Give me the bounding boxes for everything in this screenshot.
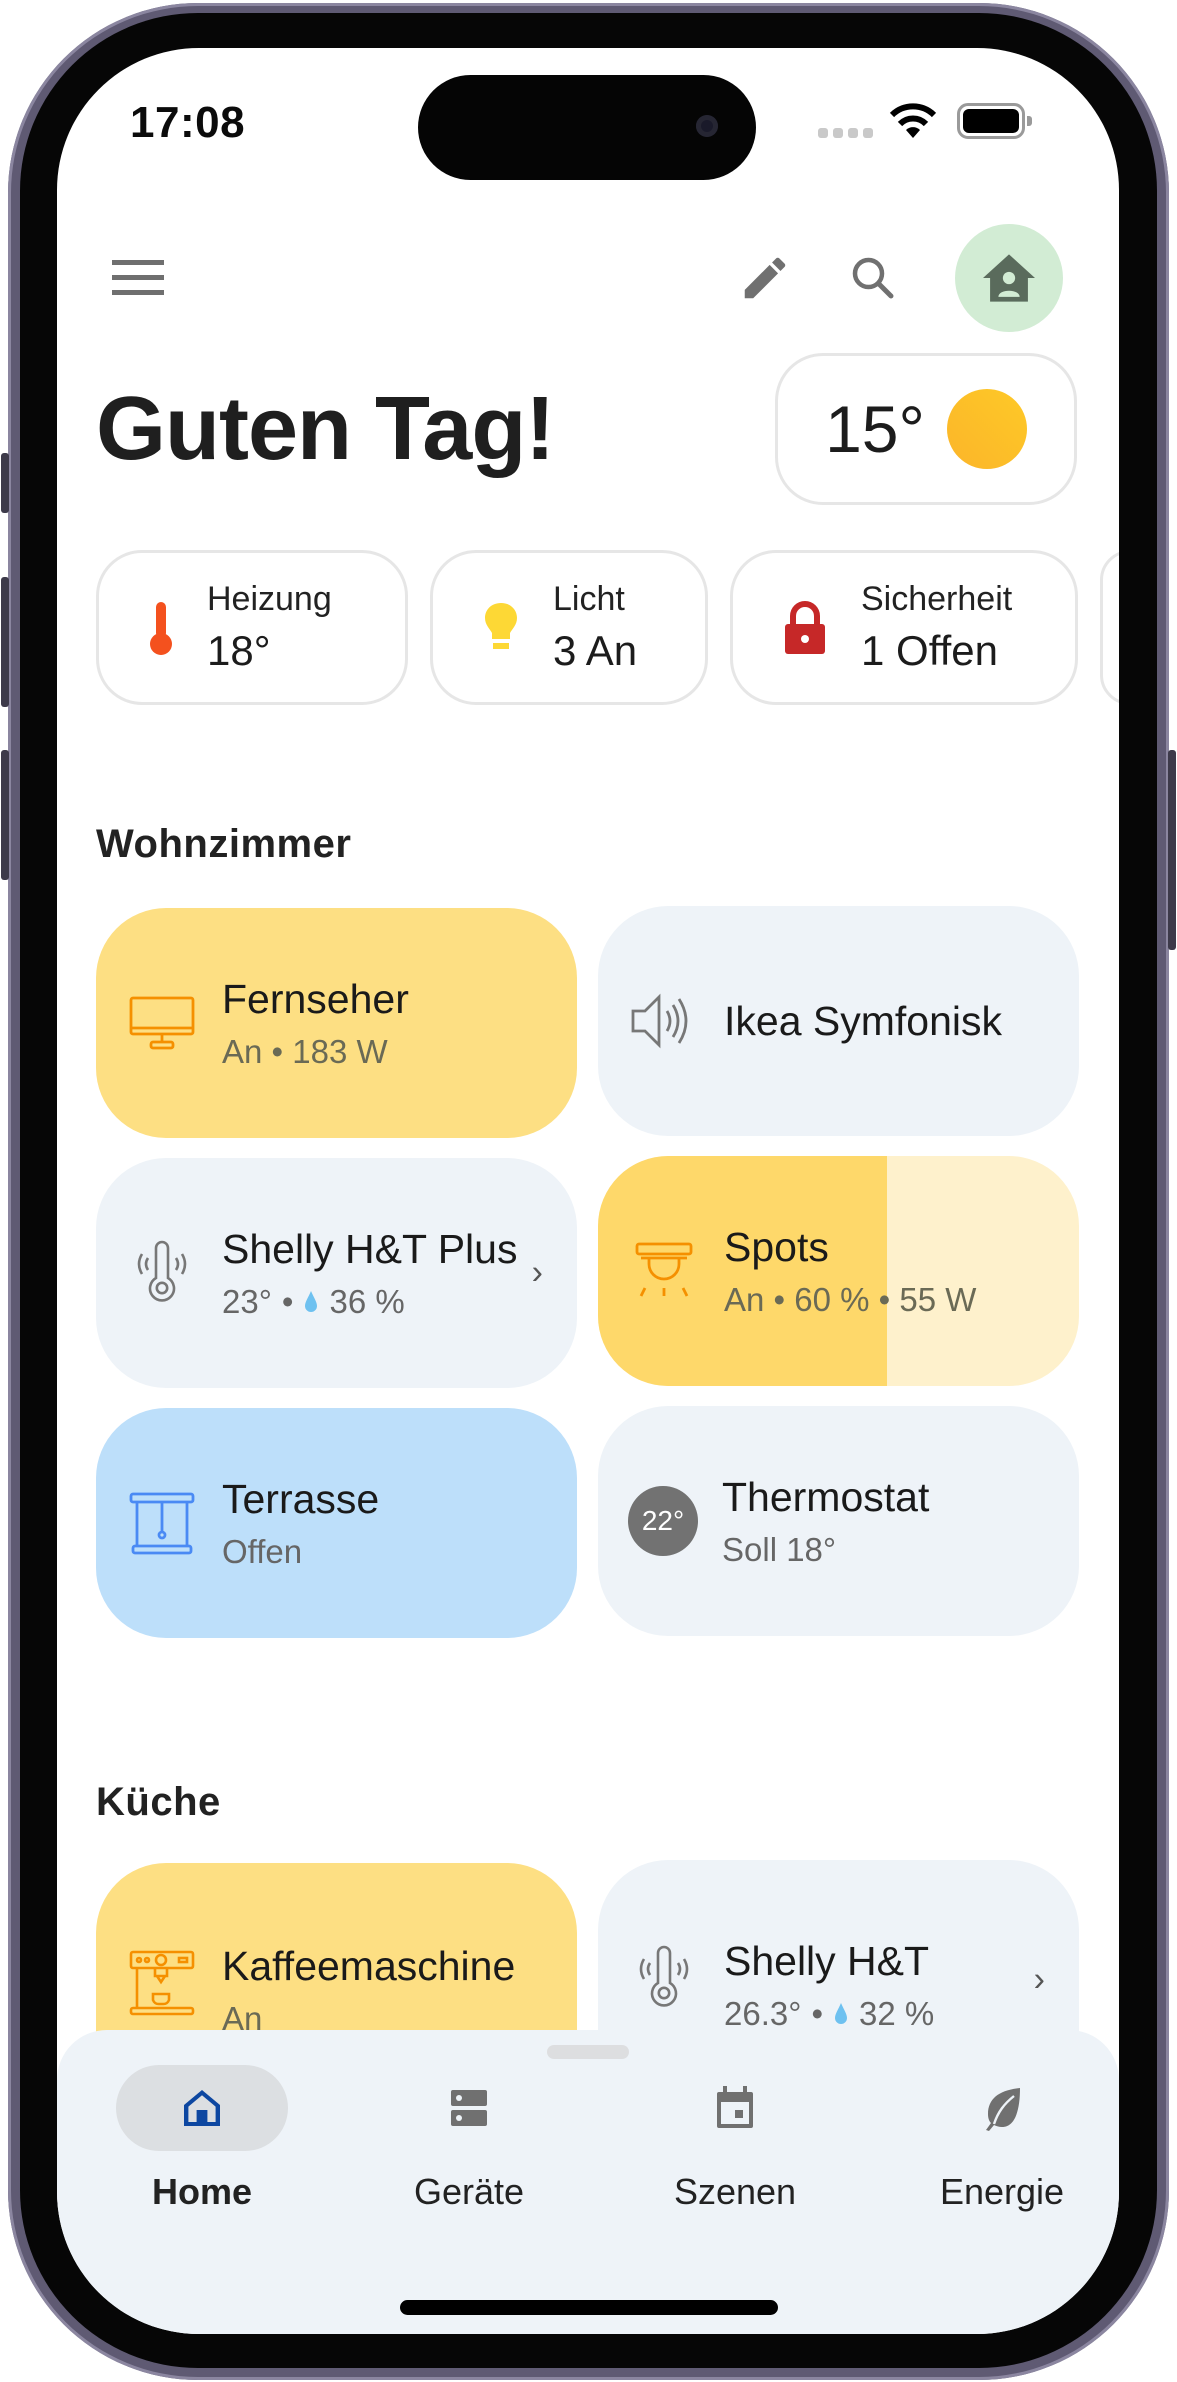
device-status: Offen [222, 1532, 303, 1570]
search-button[interactable] [843, 248, 903, 308]
nav-icon-wrap [383, 2065, 555, 2151]
menu-button[interactable] [108, 248, 168, 308]
bullet: • [281, 1282, 294, 1320]
summary-chips: Heizung 18° Licht 3 An Sicherheit 1 Offe… [96, 550, 1119, 705]
signal-dots-icon [818, 128, 873, 138]
chip-label: Sicherheit [861, 580, 1013, 618]
thermometer-icon [150, 601, 172, 655]
lightbulb-icon [485, 602, 517, 649]
sensor-temperature: 26.3° [724, 1995, 802, 2032]
screen: Guten Tag! 15° Heizung 18° Licht 3 An Si… [57, 48, 1119, 2334]
home-icon [184, 2090, 220, 2126]
power-button [1168, 750, 1176, 950]
device-card-fernseher[interactable]: Fernseher An • 183 W [96, 908, 577, 1138]
thermostat-current-temp: 22° [641, 1505, 685, 1536]
wifi-icon [889, 103, 937, 138]
chip-licht[interactable]: Licht 3 An [430, 550, 708, 705]
nav-active-indicator [116, 2065, 288, 2151]
chip-sicherheit[interactable]: Sicherheit 1 Offen [730, 550, 1078, 705]
nav-item-geraete[interactable]: Geräte [369, 2065, 569, 2245]
speaker-icon [628, 985, 700, 1057]
section-title-wohnzimmer: Wohnzimmer [96, 822, 352, 866]
chip-label: Licht [553, 580, 625, 618]
battery-full-icon [957, 103, 1032, 139]
sensor-humidity: 32 % [859, 1995, 935, 2032]
chevron-right-icon: › [531, 1253, 543, 1292]
home-profile-button[interactable] [955, 224, 1063, 332]
device-name: Shelly H&T Plus [222, 1225, 518, 1272]
chip-value: 18° [207, 627, 271, 674]
chip-value: 1 Offen [861, 627, 998, 674]
device-name: Thermostat [722, 1473, 930, 1520]
bottom-navigation: Home Geräte Szenen Energie [57, 2030, 1119, 2334]
nav-label: Energie [939, 2171, 1065, 2212]
device-card-spots[interactable]: Spots An • 60 % • 55 W [598, 1156, 1079, 1386]
chevron-right-icon: › [1033, 1960, 1045, 1999]
thermometer-sensor-icon [126, 1237, 198, 1309]
device-status: 23° • 36 % [222, 1283, 517, 1321]
chip-heizung[interactable]: Heizung 18° [96, 550, 408, 705]
devices-icon [451, 2090, 487, 2126]
tv-icon [126, 987, 198, 1059]
nav-icon-wrap [916, 2065, 1088, 2151]
weather-card[interactable]: 15° [775, 353, 1077, 505]
greeting-title: Guten Tag! [96, 379, 555, 479]
search-icon [852, 257, 894, 299]
calendar-icon [717, 2086, 753, 2128]
status-time: 17:08 [130, 98, 246, 147]
action-button [1, 453, 9, 513]
home-indicator[interactable] [400, 2300, 778, 2315]
device-name: Fernseher [222, 975, 409, 1022]
device-status: Soll 18° [722, 1530, 837, 1568]
nav-item-szenen[interactable]: Szenen [635, 2065, 835, 2245]
humidity-drop-icon [835, 2003, 847, 2024]
sensor-temperature: 23° [222, 1282, 272, 1320]
device-card-terrasse[interactable]: Terrasse Offen [96, 1408, 577, 1638]
weather-temperature: 15° [825, 392, 925, 466]
sheet-drag-handle[interactable] [547, 2045, 629, 2059]
lock-icon [785, 600, 825, 654]
device-status: An • 60 % • 55 W [724, 1280, 977, 1318]
chip-value: 3 An [553, 627, 638, 674]
device-status: 26.3° • 32 % [724, 1995, 934, 2033]
chip-partial[interactable] [1100, 550, 1119, 705]
leaf-icon [986, 2088, 1020, 2131]
nav-icon-wrap [649, 2065, 821, 2151]
device-name: Ikea Symfonisk [724, 997, 1002, 1044]
thermometer-sensor-icon [628, 1938, 700, 2018]
device-name: Kaffeemaschine [222, 1943, 516, 1989]
nav-label: Szenen [673, 2171, 797, 2212]
sensor-humidity: 36 % [329, 1282, 405, 1320]
device-name: Terrasse [222, 1475, 380, 1522]
front-camera [696, 115, 718, 137]
dynamic-island [418, 75, 756, 180]
device-card-ikea-symfonisk[interactable]: Ikea Symfonisk [598, 906, 1079, 1136]
hamburger-menu-icon [112, 260, 164, 295]
pencil-icon [744, 257, 786, 299]
thermostat-badge-icon: 22° [628, 1486, 698, 1556]
section-title-kueche: Küche [96, 1780, 221, 1824]
chip-label: Heizung [207, 580, 332, 618]
device-name: Shelly H&T [724, 1938, 930, 1984]
device-card-shelly-ht-plus[interactable]: Shelly H&T Plus 23° • 36 % › [96, 1158, 577, 1388]
coffee-machine-icon [126, 1943, 198, 2023]
nav-item-home[interactable]: Home [102, 2065, 302, 2245]
edit-button[interactable] [735, 248, 795, 308]
volume-up-button [1, 577, 9, 707]
ceiling-spot-icon [628, 1235, 700, 1307]
humidity-drop-icon [305, 1290, 318, 1312]
device-status: An • 183 W [222, 1032, 388, 1070]
sun-icon [946, 389, 1027, 469]
blind-icon [126, 1487, 198, 1559]
nav-label: Home [151, 2171, 253, 2212]
nav-item-energie[interactable]: Energie [902, 2065, 1102, 2245]
device-card-thermostat[interactable]: 22° Thermostat Soll 18° [598, 1406, 1079, 1636]
nav-label: Geräte [413, 2171, 525, 2212]
volume-down-button [1, 750, 9, 880]
home-person-icon [983, 254, 1035, 302]
bullet: • [811, 1995, 823, 2032]
device-name: Spots [724, 1223, 829, 1270]
